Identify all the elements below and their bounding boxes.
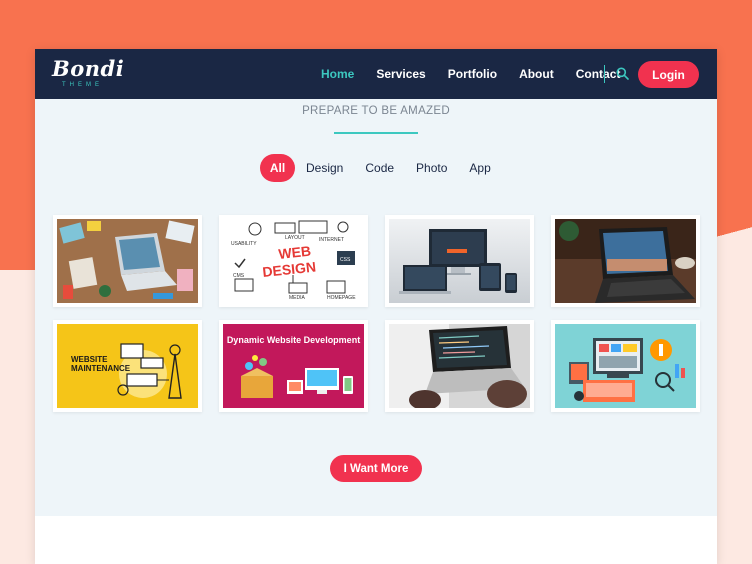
filter-app[interactable]: App (458, 154, 501, 182)
portfolio-grid: WEB DESIGN USABILITY LAYOUT INTERNET CSS CMS ME… (53, 215, 700, 412)
web-design-tag-media: MEDIA (289, 295, 306, 301)
i-want-more-button[interactable]: I Want More (330, 455, 422, 482)
portfolio-item-website-maintenance[interactable]: WEBSITE MAINTENANCE (53, 320, 202, 412)
portfolio-item-desk-laptop[interactable] (53, 215, 202, 307)
filter-photo[interactable]: Photo (405, 154, 458, 182)
login-button[interactable]: Login (638, 61, 699, 88)
web-design-tag-layout: LAYOUT (285, 235, 305, 241)
logo-subtext: THEME (62, 82, 103, 88)
site-frame: Bondi THEME Home Services Portfolio Abou… (35, 49, 717, 564)
laptop-table-image (555, 219, 696, 303)
portfolio-item-laptop-table[interactable] (551, 215, 700, 307)
web-design-tag-homepage: HOMEPAGE (327, 295, 356, 301)
filter-all[interactable]: All (260, 154, 295, 182)
desk-laptop-image (57, 219, 198, 303)
nav-home[interactable]: Home (321, 67, 354, 81)
nav-about[interactable]: About (519, 67, 554, 81)
app-dashboard-image (555, 324, 696, 408)
section-subtitle: PREPARE TO BE AMAZED (302, 105, 450, 117)
web-design-tag-usability: USABILITY (231, 241, 257, 247)
web-design-tag-cms: CMS (233, 273, 245, 279)
filter-tabs: All Design Code Photo App (260, 154, 502, 182)
portfolio-item-web-design[interactable]: WEB DESIGN USABILITY LAYOUT INTERNET CSS CMS ME… (219, 215, 368, 307)
filter-code[interactable]: Code (354, 154, 405, 182)
filter-design[interactable]: Design (295, 154, 354, 182)
logo[interactable]: Bondi THEME (52, 57, 124, 89)
nav-services[interactable]: Services (376, 67, 425, 81)
search-icon[interactable] (616, 67, 629, 80)
portfolio-item-responsive-devices[interactable] (385, 215, 534, 307)
maintenance-line2: MAINTENANCE (71, 363, 131, 373)
web-design-image: WEBDESIGNUSABILITYLAYOUT INTERNETCSSCMSME… (223, 219, 364, 303)
web-design-text (80, 292, 81, 293)
nav-links: Home Services Portfolio About Contact (321, 49, 642, 99)
nav-divider (604, 65, 605, 83)
maintenance-text: WEBSITE MAINTENANCE (71, 355, 131, 374)
footer-area (35, 516, 717, 564)
responsive-devices-image (389, 219, 530, 303)
nav-contact[interactable]: Contact (576, 67, 621, 81)
portfolio-item-dynamic-website[interactable]: Dynamic Website Development (219, 320, 368, 412)
web-design-tag-css: CSS (340, 257, 351, 263)
portfolio-item-coding-laptop[interactable] (385, 320, 534, 412)
subtitle-underline (334, 132, 418, 134)
portfolio-item-app-dashboard[interactable] (551, 320, 700, 412)
navbar: Bondi THEME Home Services Portfolio Abou… (35, 49, 717, 99)
website-maintenance-image: WEBSITE MAINTENANCE (57, 324, 198, 408)
dynamic-illustration (241, 355, 353, 398)
nav-portfolio[interactable]: Portfolio (448, 67, 497, 81)
dynamic-website-image: Dynamic Website Development (223, 324, 364, 408)
logo-text: Bondi (52, 56, 125, 81)
web-design-tag-internet: INTERNET (319, 237, 344, 243)
coding-laptop-image (389, 324, 530, 410)
